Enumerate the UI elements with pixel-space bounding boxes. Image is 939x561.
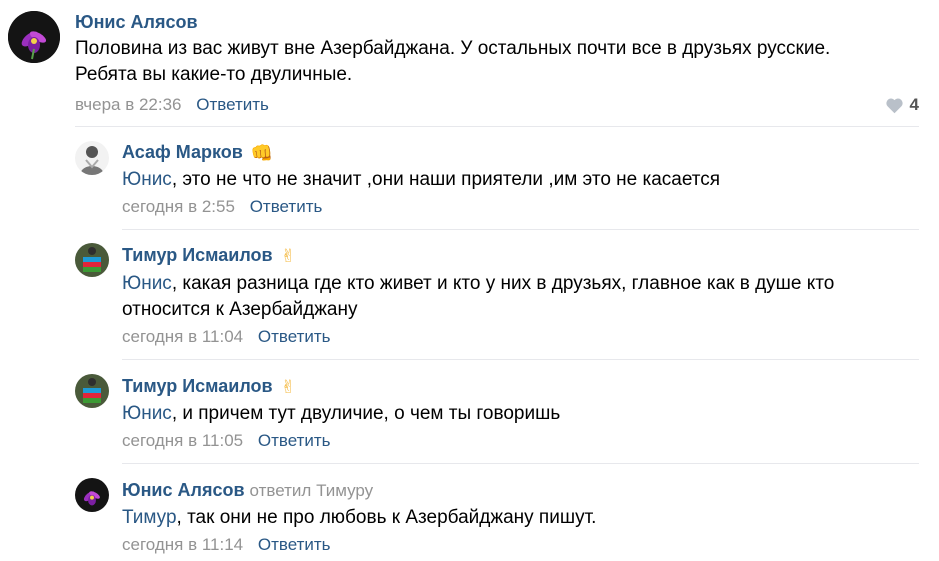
mention-link[interactable]: Юнис [122,273,172,294]
reply-text: Юнис, и причем тут двуличие, о чем ты го… [122,401,912,427]
like-button[interactable]: 4 [885,95,919,115]
reply-button[interactable]: Ответить [196,95,269,114]
reply-author[interactable]: Тимур Исмаилов [122,376,273,396]
divider [122,463,919,464]
flag-avatar-image [75,374,109,408]
reply-button[interactable]: Ответить [250,197,323,216]
victory-hand-emoji-icon: ✌ [280,377,296,397]
reply-text: Тимур, так они не про любовь к Азербайдж… [122,505,912,531]
flag-avatar-image [75,243,109,277]
reply-time[interactable]: сегодня в 11:04 [122,327,243,346]
fist-emoji-icon: 👊 [250,143,274,163]
reply-meta: сегодня в 11:04 Ответить [122,327,331,347]
reply-meta: сегодня в 2:55 Ответить [122,197,322,217]
mention-link[interactable]: Юнис [122,169,172,190]
reply-author-line: Тимур Исмаилов ✌ [122,376,296,396]
reply-button[interactable]: Ответить [258,431,331,450]
reply-author[interactable]: Тимур Исмаилов [122,245,273,265]
reply-meta: сегодня в 11:14 Ответить [122,535,331,555]
reply-time[interactable]: сегодня в 2:55 [122,197,235,216]
reply-body: , какая разница где кто живет и кто у ни… [122,273,835,320]
avatar[interactable] [75,243,109,277]
reply-author-line: Асаф Марков 👊 [122,142,273,162]
orchid-avatar-image [75,478,109,512]
reply-author[interactable]: Юнис Алясов [122,480,245,500]
reply-author-line: Юнис Алясов ответил Тимуру [122,480,373,501]
reply-button[interactable]: Ответить [258,327,331,346]
divider [122,359,919,360]
comment: Юнис Алясов Половина из вас живут вне Аз… [0,0,939,125]
avatar[interactable] [75,374,109,408]
reply-text: Юнис, это не что не значит ,они наши при… [122,167,912,193]
reply-time[interactable]: сегодня в 11:05 [122,431,243,450]
reply-button[interactable]: Ответить [258,535,331,554]
divider [75,126,919,127]
reply-text: Юнис, какая разница где кто живет и кто … [122,271,902,323]
comment-time[interactable]: вчера в 22:36 [75,95,182,114]
comment-text: Половина из вас живут вне Азербайджана. … [75,38,831,85]
divider [122,229,919,230]
avatar[interactable] [75,141,109,175]
mention-link[interactable]: Тимур [122,507,177,528]
victory-hand-emoji-icon: ✌ [280,246,296,266]
person-avatar-image [75,141,109,175]
heart-icon [885,98,903,113]
reply-meta: сегодня в 11:05 Ответить [122,431,331,451]
comment-author[interactable]: Юнис Алясов [75,12,198,32]
reply-time[interactable]: сегодня в 11:14 [122,535,243,554]
replied-to-label[interactable]: ответил Тимуру [250,481,374,500]
avatar[interactable] [75,478,109,512]
comment-meta: вчера в 22:36 Ответить [75,95,269,115]
avatar[interactable] [8,11,60,63]
reply-body: , так они не про любовь к Азербайджану п… [176,507,597,528]
reply-author-line: Тимур Исмаилов ✌ [122,245,296,265]
like-count: 4 [909,95,919,114]
mention-link[interactable]: Юнис [122,403,172,424]
reply-body: , это не что не значит ,они наши приятел… [171,169,721,190]
orchid-avatar-image [8,11,60,63]
reply-author[interactable]: Асаф Марков [122,142,243,162]
reply-body: , и причем тут двуличие, о чем ты говори… [171,403,561,424]
